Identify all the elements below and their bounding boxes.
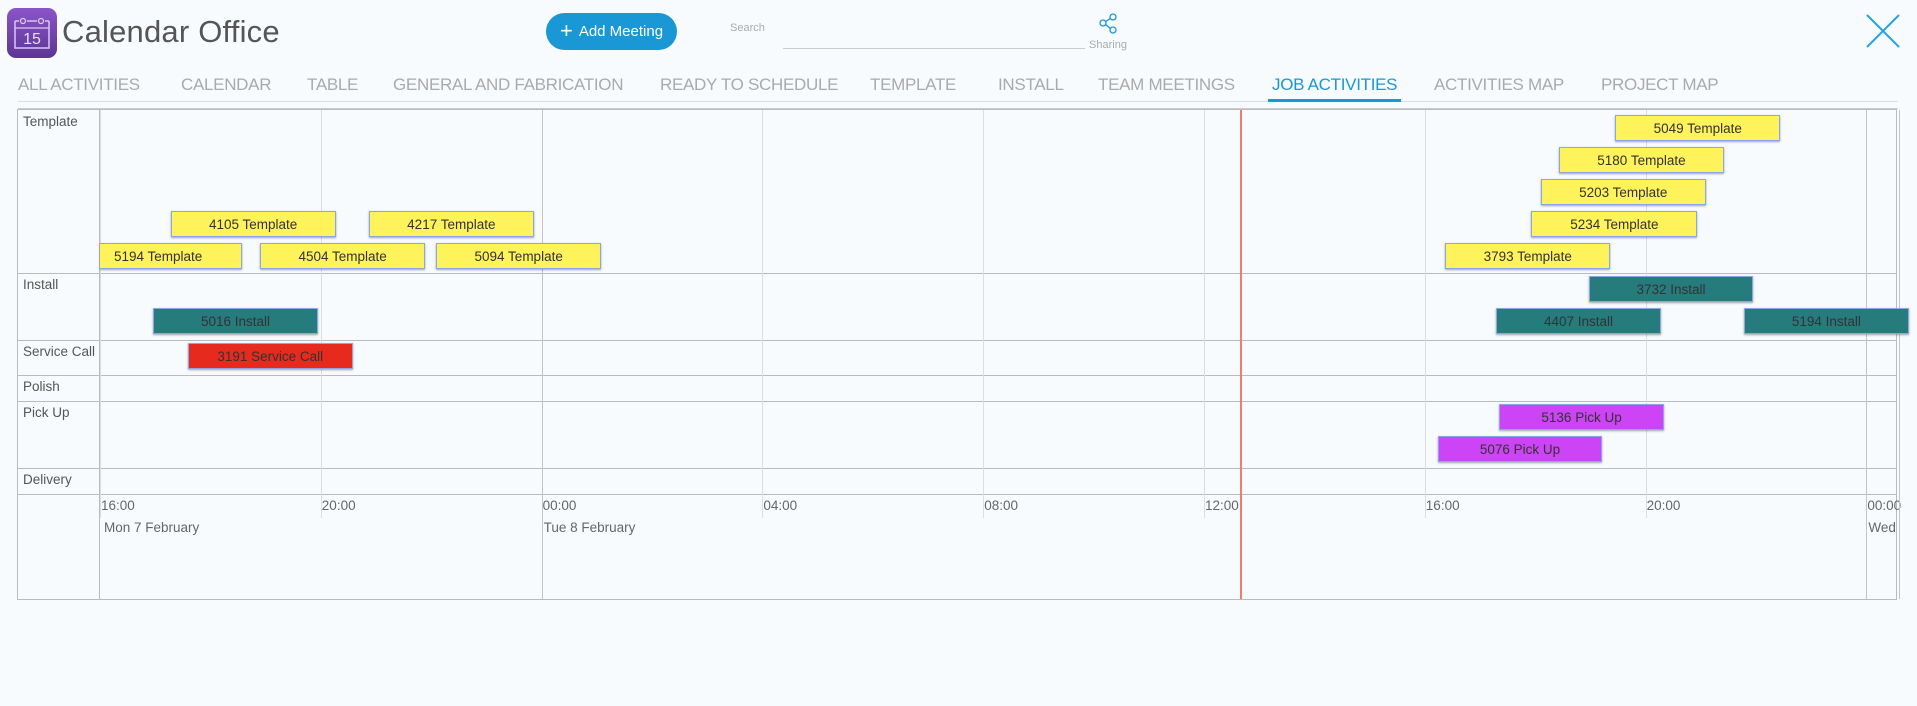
grid-line: [1866, 110, 1868, 599]
app-logo: 15: [7, 8, 57, 58]
activity-5049-template[interactable]: 5049 Template: [1615, 115, 1781, 141]
tab-table[interactable]: TABLE: [307, 75, 358, 95]
grid-line: [320, 110, 322, 518]
logo-day: 15: [23, 31, 41, 48]
activity-5203-template[interactable]: 5203 Template: [1540, 179, 1706, 205]
date-label: Wed: [1868, 520, 1896, 535]
activity-4407-install[interactable]: 4407 Install: [1496, 308, 1662, 334]
grid-line: [1204, 110, 1205, 518]
group-label-template: Template: [23, 114, 78, 129]
share-icon: [1099, 13, 1117, 34]
tab-ready-to-schedule[interactable]: READY TO SCHEDULE: [660, 75, 838, 95]
group-row-divider: [18, 273, 1896, 274]
grid-line: [1899, 110, 1900, 599]
sharing-label: Sharing: [1089, 39, 1127, 51]
group-row-divider: [18, 401, 1896, 402]
group-label-polish: Polish: [23, 379, 60, 394]
tab-general-and-fabrication[interactable]: GENERAL AND FABRICATION: [393, 75, 624, 95]
activity-5136-pick-up[interactable]: 5136 Pick Up: [1499, 404, 1664, 430]
tab-install[interactable]: INSTALL: [998, 75, 1064, 95]
activity-5194-template[interactable]: 5194 Template: [100, 243, 242, 269]
tab-activities-map[interactable]: ACTIVITIES MAP: [1434, 75, 1564, 95]
grid-line: [762, 110, 764, 518]
time-tick-label: 16:00: [1425, 498, 1460, 513]
grid-line: [1424, 110, 1426, 518]
group-row-divider: [18, 494, 1896, 495]
activity-5094-template[interactable]: 5094 Template: [436, 243, 602, 269]
time-tick-label: 00:00: [542, 498, 577, 513]
time-tick-label: 00:00: [1867, 498, 1902, 513]
activity-5180-template[interactable]: 5180 Template: [1558, 147, 1724, 173]
group-label-service-call: Service Call: [23, 344, 96, 359]
search-input[interactable]: [783, 26, 1085, 49]
activity-5194-install[interactable]: 5194 Install: [1743, 308, 1909, 334]
close-icon: [1866, 14, 1900, 48]
grid-line: [100, 110, 101, 518]
activity-5234-template[interactable]: 5234 Template: [1531, 211, 1698, 237]
activity-5016-install[interactable]: 5016 Install: [152, 308, 319, 334]
group-label-pick-up: Pick Up: [23, 405, 70, 420]
group-row-divider: [18, 468, 1896, 469]
activity-4217-template[interactable]: 4217 Template: [368, 211, 534, 237]
group-label-delivery: Delivery: [23, 472, 72, 487]
grid-line: [541, 110, 543, 599]
group-row-divider: [18, 340, 1896, 341]
add-meeting-label: Add Meeting: [578, 23, 664, 40]
job-activities-timeline: Template Install Service Call Polish Pick Up…: [17, 109, 1909, 600]
activity-4504-template[interactable]: 4504 Template: [260, 243, 426, 269]
time-tick-label: 04:00: [763, 498, 798, 513]
time-tick-label: 20:00: [321, 498, 356, 513]
tab-job-activities[interactable]: JOB ACTIVITIES: [1267, 75, 1402, 102]
add-meeting-button[interactable]: + Add Meeting: [546, 13, 677, 50]
activity-5076-pick-up[interactable]: 5076 Pick Up: [1438, 436, 1602, 462]
tab-project-map[interactable]: PROJECT MAP: [1601, 75, 1719, 95]
date-label: Mon 7 February: [104, 520, 200, 535]
activity-4105-template[interactable]: 4105 Template: [170, 211, 336, 237]
group-row-divider: [18, 375, 1896, 376]
close-button[interactable]: [1864, 12, 1902, 50]
time-tick-label: 20:00: [1646, 498, 1681, 513]
activity-3191-service-call[interactable]: 3191 Service Call: [187, 343, 353, 369]
group-label-install: Install: [23, 277, 59, 292]
tab-all-activities[interactable]: ALL ACTIVITIES: [18, 75, 140, 95]
time-tick-label: 16:00: [101, 498, 135, 513]
sharing-button[interactable]: Sharing: [1086, 12, 1130, 51]
search-label: Search: [730, 22, 765, 34]
tab-template[interactable]: TEMPLATE: [870, 75, 956, 95]
grid-line: [983, 110, 985, 518]
time-tick-label: 12:00: [1205, 498, 1239, 513]
app-title: Calendar Office: [62, 14, 280, 49]
tab-team-meetings[interactable]: TEAM MEETINGS: [1098, 75, 1235, 95]
plus-icon: +: [559, 17, 573, 43]
activity-3732-install[interactable]: 3732 Install: [1588, 276, 1754, 302]
time-tick-label: 08:00: [984, 498, 1018, 513]
tab-calendar[interactable]: CALENDAR: [181, 75, 271, 95]
tab-bar: ALL ACTIVITIES CALENDAR TABLE GENERAL AND F…: [18, 71, 1898, 102]
date-label: Tue 8 February: [543, 520, 636, 535]
current-time-indicator: [1239, 110, 1242, 599]
activity-3793-template[interactable]: 3793 Template: [1445, 243, 1611, 269]
